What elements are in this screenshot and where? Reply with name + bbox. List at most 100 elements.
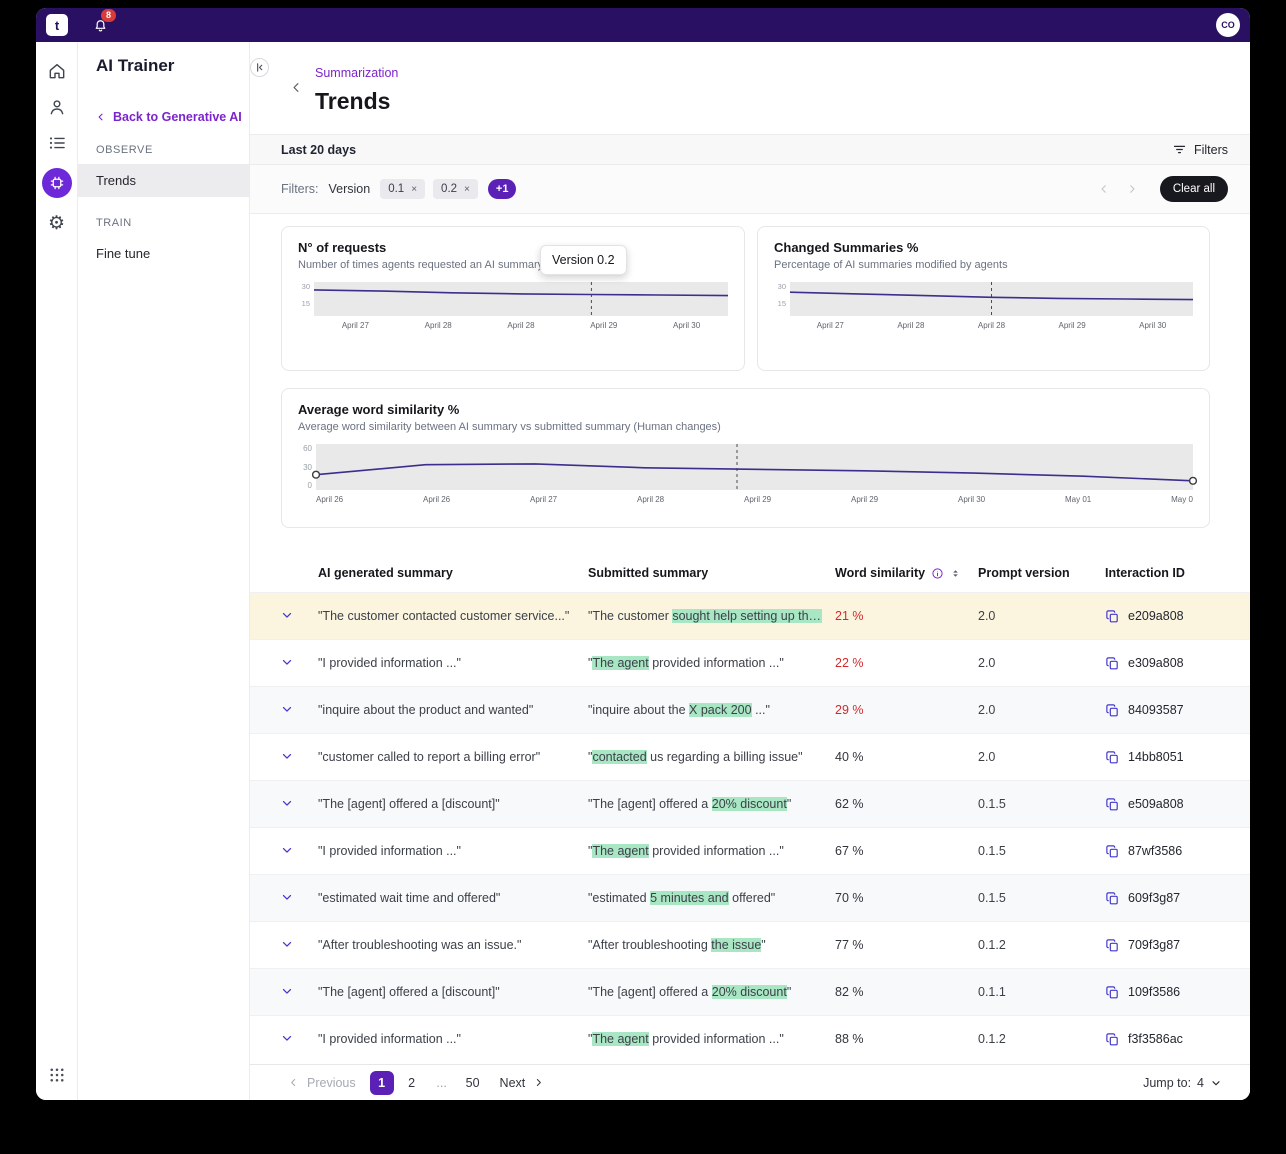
expand-row-chevron-icon[interactable] bbox=[280, 702, 294, 716]
pagination-page[interactable]: 50 bbox=[460, 1071, 486, 1095]
table-row[interactable]: "I provided information ...""The agent p… bbox=[250, 827, 1250, 874]
y-axis-ticks: 60300 bbox=[298, 444, 316, 490]
table-row[interactable]: "The customer contacted customer service… bbox=[250, 592, 1250, 639]
sidebar-item-trends[interactable]: Trends bbox=[78, 164, 249, 197]
requests-chart-title: N° of requests bbox=[298, 240, 728, 255]
copy-icon[interactable] bbox=[1105, 750, 1120, 765]
sort-icon[interactable] bbox=[950, 568, 961, 579]
word-similarity-value: 88 % bbox=[835, 1032, 978, 1046]
table-row[interactable]: "After troubleshooting was an issue.""Af… bbox=[250, 921, 1250, 968]
copy-icon[interactable] bbox=[1105, 797, 1120, 812]
ai-summary-cell: "inquire about the product and wanted" bbox=[318, 703, 588, 717]
sidebar-collapse-button[interactable] bbox=[250, 58, 269, 77]
expand-row-chevron-icon[interactable] bbox=[280, 796, 294, 810]
col-submitted-summary: Submitted summary bbox=[588, 566, 835, 580]
page-back-chevron-icon[interactable] bbox=[290, 81, 303, 94]
copy-icon[interactable] bbox=[1105, 609, 1120, 624]
expand-row-chevron-icon[interactable] bbox=[280, 608, 294, 622]
jump-to-value: 4 bbox=[1197, 1076, 1204, 1090]
word-similarity-value: 77 % bbox=[835, 938, 978, 952]
x-axis-labels: April 27April 28April 28April 29April 30 bbox=[774, 321, 1193, 330]
table-row[interactable]: "customer called to report a billing err… bbox=[250, 733, 1250, 780]
filters-prev-button[interactable] bbox=[1098, 183, 1110, 195]
filters-button[interactable]: Filters bbox=[1172, 142, 1228, 157]
breadcrumb[interactable]: Summarization bbox=[315, 66, 398, 80]
expand-row-chevron-icon[interactable] bbox=[280, 843, 294, 857]
col-prompt-version: Prompt version bbox=[978, 566, 1105, 580]
remove-filter-icon[interactable]: × bbox=[464, 184, 470, 195]
home-icon[interactable] bbox=[46, 60, 68, 82]
expand-row-chevron-icon[interactable] bbox=[280, 984, 294, 998]
tasks-list-icon[interactable] bbox=[46, 132, 68, 154]
table-body: "The customer contacted customer service… bbox=[250, 592, 1250, 1062]
user-avatar[interactable]: CO bbox=[1216, 13, 1240, 37]
chart-tooltip: Version 0.2 bbox=[540, 245, 627, 275]
prompt-version-value: 2.0 bbox=[978, 750, 1105, 764]
expand-row-chevron-icon[interactable] bbox=[280, 655, 294, 669]
expand-row-chevron-icon[interactable] bbox=[280, 890, 294, 904]
next-page-button[interactable]: Next bbox=[500, 1076, 545, 1090]
copy-icon[interactable] bbox=[1105, 703, 1120, 718]
requests-chart-card: Version 0.2 N° of requests Number of tim… bbox=[281, 226, 745, 371]
copy-icon[interactable] bbox=[1105, 656, 1120, 671]
filter-lines-icon bbox=[1172, 142, 1187, 157]
app-logo[interactable]: t bbox=[46, 14, 68, 36]
interaction-id-value: 109f3586 bbox=[1128, 985, 1180, 999]
settings-gear-icon[interactable]: ⚙ bbox=[46, 212, 68, 234]
previous-page-button[interactable]: Previous bbox=[288, 1076, 356, 1090]
filters-next-button[interactable] bbox=[1126, 183, 1138, 195]
filter-chip[interactable]: 0.2× bbox=[433, 179, 478, 199]
filter-chip[interactable]: 0.1× bbox=[380, 179, 425, 199]
table-row[interactable]: "I provided information ...""The agent p… bbox=[250, 639, 1250, 686]
apps-grid-icon[interactable] bbox=[46, 1064, 68, 1086]
col-word-similarity[interactable]: Word similarity bbox=[835, 566, 978, 580]
table-row[interactable]: "I provided information ...""The agent p… bbox=[250, 1015, 1250, 1062]
x-axis-labels: April 26April 26April 27April 28April 29… bbox=[298, 495, 1193, 504]
submitted-summary-cell: "inquire about the X pack 200 ..." bbox=[588, 703, 835, 717]
copy-icon[interactable] bbox=[1105, 1032, 1120, 1047]
more-filters-badge[interactable]: +1 bbox=[488, 179, 517, 199]
pagination-bar: Previous 12...50 Next Jump to: 4 bbox=[250, 1064, 1250, 1100]
notification-badge: 8 bbox=[101, 9, 116, 22]
main-content: Summarization Trends Last 20 days Filter… bbox=[250, 42, 1250, 1100]
sidebar-item-fine-tune[interactable]: Fine tune bbox=[78, 237, 249, 270]
expand-row-chevron-icon[interactable] bbox=[280, 749, 294, 763]
jump-to-control[interactable]: Jump to: 4 bbox=[1143, 1076, 1222, 1090]
support-icon[interactable] bbox=[46, 96, 68, 118]
table-row[interactable]: "inquire about the product and wanted""i… bbox=[250, 686, 1250, 733]
remove-filter-icon[interactable]: × bbox=[411, 184, 417, 195]
chevron-left-icon bbox=[96, 112, 106, 122]
copy-icon[interactable] bbox=[1105, 938, 1120, 953]
changed-summaries-chart-title: Changed Summaries % bbox=[774, 240, 1193, 255]
table-row[interactable]: "estimated wait time and offered""estima… bbox=[250, 874, 1250, 921]
back-to-generative-ai-link[interactable]: Back to Generative AI bbox=[78, 110, 249, 124]
word-similarity-value: 82 % bbox=[835, 985, 978, 999]
clear-all-button[interactable]: Clear all bbox=[1160, 176, 1228, 202]
pagination-page[interactable]: 2 bbox=[400, 1071, 424, 1095]
sidebar: AI Trainer Back to Generative AI OBSERVE… bbox=[78, 42, 250, 1100]
pagination-page[interactable]: 1 bbox=[370, 1071, 394, 1095]
x-axis-labels: April 27April 28April 28April 29April 30 bbox=[298, 321, 728, 330]
table-row[interactable]: "The [agent] offered a [discount]""The [… bbox=[250, 968, 1250, 1015]
copy-icon[interactable] bbox=[1105, 985, 1120, 1000]
next-label: Next bbox=[500, 1076, 526, 1090]
table-row[interactable]: "The [agent] offered a [discount]""The [… bbox=[250, 780, 1250, 827]
submitted-summary-cell: "estimated 5 minutes and offered" bbox=[588, 891, 835, 905]
ai-summary-cell: "The customer contacted customer service… bbox=[318, 609, 588, 623]
ai-summary-cell: "estimated wait time and offered" bbox=[318, 891, 588, 905]
word-similarity-value: 70 % bbox=[835, 891, 978, 905]
date-range-label: Last 20 days bbox=[281, 143, 356, 157]
expand-row-chevron-icon[interactable] bbox=[280, 1031, 294, 1045]
diff-highlight: contacted bbox=[592, 750, 646, 764]
word-similarity-value: 62 % bbox=[835, 797, 978, 811]
prompt-version-value: 2.0 bbox=[978, 703, 1105, 717]
expand-row-chevron-icon[interactable] bbox=[280, 937, 294, 951]
ai-trainer-icon[interactable] bbox=[42, 168, 72, 198]
copy-icon[interactable] bbox=[1105, 891, 1120, 906]
notifications-button[interactable]: 8 bbox=[92, 17, 109, 34]
prompt-version-value: 0.1.2 bbox=[978, 938, 1105, 952]
diff-highlight: 20% discount bbox=[712, 797, 787, 811]
copy-icon[interactable] bbox=[1105, 844, 1120, 859]
train-section-label: TRAIN bbox=[78, 197, 249, 237]
info-icon[interactable] bbox=[931, 567, 944, 580]
